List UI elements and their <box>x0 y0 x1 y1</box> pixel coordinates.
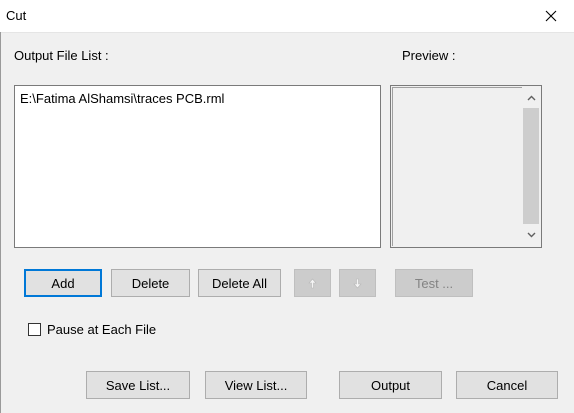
move-up-button[interactable] <box>294 269 331 297</box>
arrow-down-icon <box>353 278 362 288</box>
save-list-button[interactable]: Save List... <box>86 371 190 399</box>
preview-area <box>392 87 540 246</box>
delete-button[interactable]: Delete <box>111 269 190 297</box>
scroll-thumb[interactable] <box>523 108 539 224</box>
preview-pane <box>390 85 542 248</box>
close-button[interactable] <box>528 0 574 32</box>
close-icon <box>545 10 557 22</box>
arrow-up-icon <box>308 278 317 288</box>
scroll-up-button[interactable] <box>522 89 540 107</box>
view-list-button[interactable]: View List... <box>205 371 307 399</box>
pause-checkbox[interactable] <box>28 323 41 336</box>
pause-checkbox-label: Pause at Each File <box>47 322 157 337</box>
scroll-down-button[interactable] <box>522 226 540 244</box>
add-button[interactable]: Add <box>24 269 102 297</box>
output-button[interactable]: Output <box>339 371 442 399</box>
test-button[interactable]: Test ... <box>395 269 473 297</box>
delete-all-button[interactable]: Delete All <box>198 269 281 297</box>
preview-label: Preview : <box>402 48 456 63</box>
window-title: Cut <box>6 8 27 23</box>
chevron-down-icon <box>527 232 535 238</box>
list-item[interactable]: E:\Fatima AlShamsi\traces PCB.rml <box>20 91 224 106</box>
window-border <box>0 32 1 413</box>
title-bar: Cut <box>0 0 574 33</box>
output-file-list-label: Output File List : <box>14 48 109 63</box>
preview-scrollbar[interactable] <box>522 87 540 246</box>
output-file-listbox[interactable]: E:\Fatima AlShamsi\traces PCB.rml <box>14 85 381 248</box>
cancel-button[interactable]: Cancel <box>456 371 558 399</box>
pause-checkbox-row[interactable]: Pause at Each File <box>28 322 156 337</box>
move-down-button[interactable] <box>339 269 376 297</box>
chevron-up-icon <box>527 95 535 101</box>
